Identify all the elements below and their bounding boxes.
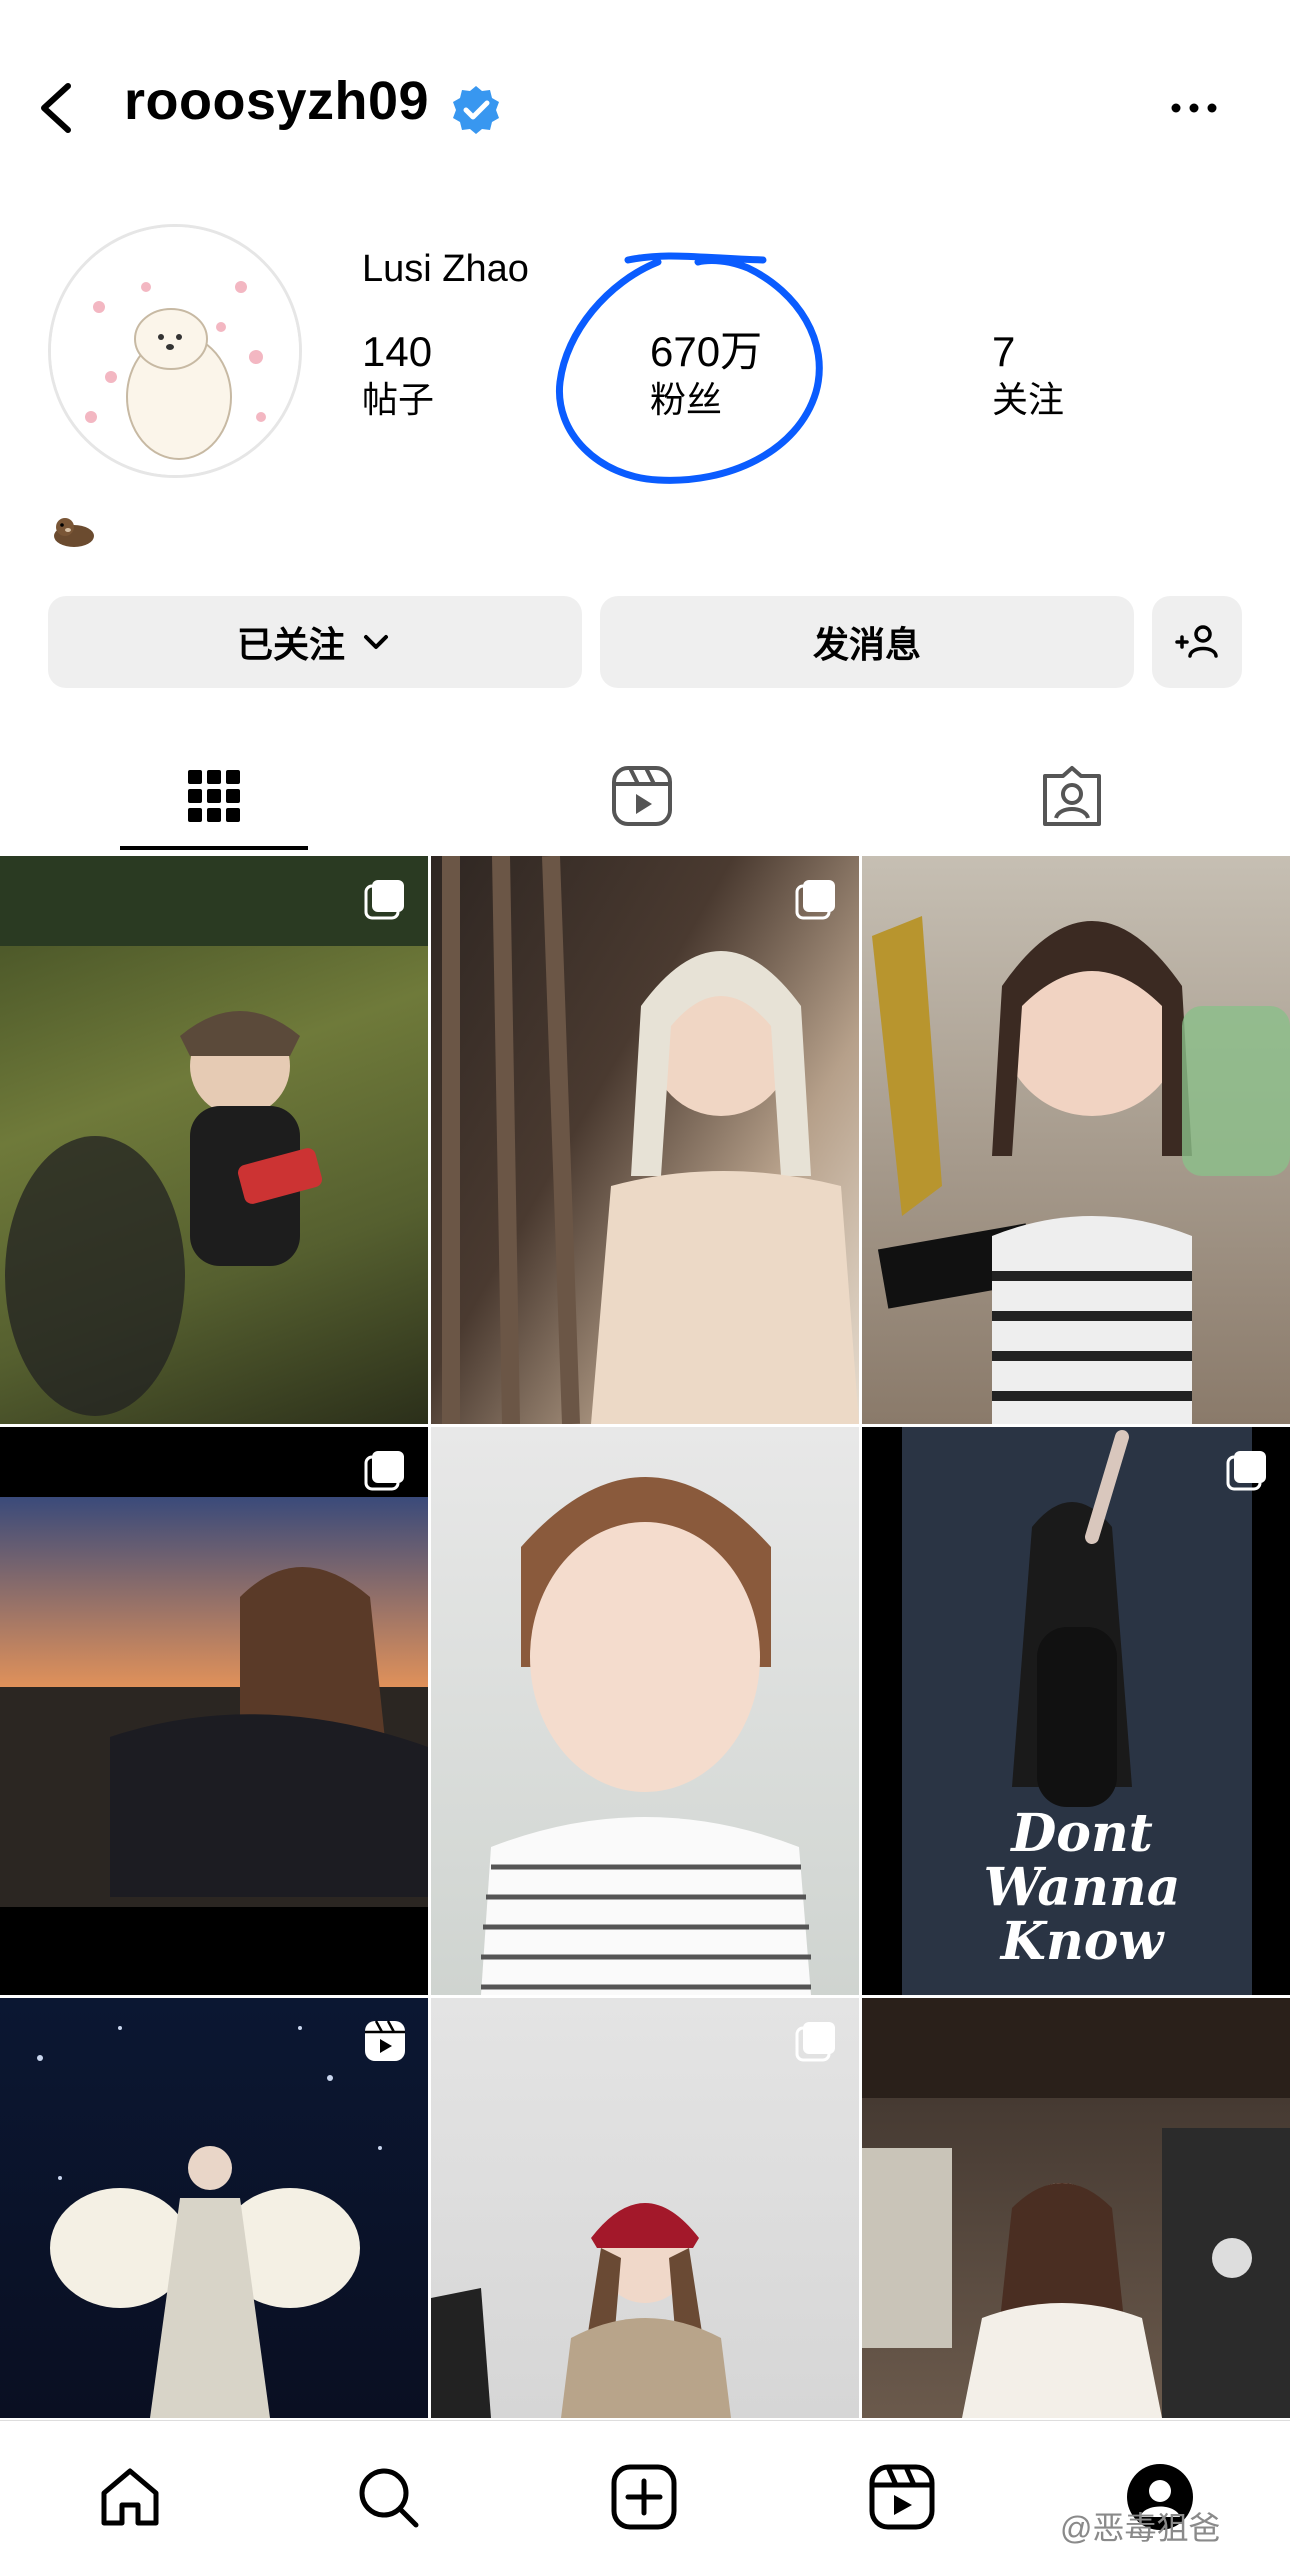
stat-following[interactable]: 7 关注: [992, 328, 1064, 424]
tab-tagged[interactable]: [978, 740, 1166, 852]
chevron-down-icon: [364, 635, 388, 649]
post-thumbnail[interactable]: [0, 1427, 428, 1995]
post-thumbnail[interactable]: [431, 1998, 859, 2418]
stat-posts[interactable]: 140 帖子: [362, 328, 434, 424]
add-user-icon: [1175, 625, 1218, 658]
carousel-icon: [1226, 1451, 1266, 1491]
reels-icon: [365, 2020, 405, 2061]
post-photo: [442, 856, 859, 1424]
bottom-nav-bar: @恶毒狙爸: [0, 2420, 1290, 2565]
carousel-icon: [795, 2022, 835, 2062]
post-photo: [481, 1477, 811, 1995]
posts-grid: Dont Wanna Know: [0, 856, 1290, 2418]
post-thumbnail[interactable]: [862, 1998, 1290, 2418]
following-label: 已关注: [236, 624, 345, 665]
more-dots-icon[interactable]: [1170, 96, 1218, 120]
post-thumbnail[interactable]: [0, 856, 428, 1424]
selected-tab-indicator: [120, 846, 308, 850]
home-icon[interactable]: [94, 2461, 166, 2533]
carousel-icon: [364, 1451, 404, 1491]
create-icon[interactable]: [608, 2461, 680, 2533]
post-photo: [862, 1998, 1290, 2418]
stat-posts-label: 帖子: [362, 379, 435, 420]
post-thumbnail[interactable]: [862, 856, 1290, 1424]
profile-header: rooosyzh09: [0, 0, 1290, 220]
post-thumbnail[interactable]: [431, 856, 859, 1424]
otter-emoji-icon: [54, 518, 94, 547]
carousel-icon: [795, 880, 835, 920]
post-photo: [0, 856, 428, 1416]
stat-posts-value: 140: [362, 328, 433, 375]
stat-following-label: 关注: [992, 379, 1065, 420]
stat-following-value: 7: [992, 328, 1016, 375]
post-thumbnail[interactable]: [0, 1998, 428, 2418]
add-user-button[interactable]: [1152, 596, 1242, 688]
following-button[interactable]: 已关注: [48, 596, 582, 688]
profile-tabs: [0, 740, 1290, 852]
message-label: 发消息: [812, 624, 921, 665]
post-overlay-text: Dont Wanna Know: [983, 1803, 1181, 1972]
grid-icon: [188, 770, 240, 822]
post-photo: [872, 916, 1290, 1424]
hand-drawn-circle-annotation: [555, 252, 823, 484]
tab-grid[interactable]: [120, 740, 308, 852]
reels-icon: [612, 766, 672, 826]
search-icon[interactable]: [352, 2461, 424, 2533]
verified-badge-icon: [453, 86, 499, 134]
tab-reels[interactable]: [548, 740, 736, 852]
carousel-icon: [364, 880, 404, 920]
post-thumbnail[interactable]: [431, 1427, 859, 1995]
reels-icon[interactable]: [866, 2461, 938, 2533]
avatar-illustration: [51, 227, 299, 475]
full-name: Lusi Zhao: [362, 248, 529, 290]
message-button[interactable]: 发消息: [600, 596, 1134, 688]
back-arrow-icon[interactable]: [28, 78, 88, 138]
post-thumbnail[interactable]: Dont Wanna Know: [862, 1427, 1290, 1995]
watermark: @恶毒狙爸: [1060, 2510, 1221, 2546]
username: rooosyzh09: [124, 71, 430, 131]
avatar[interactable]: [48, 224, 302, 478]
post-photo: [0, 1497, 428, 1907]
tagged-icon: [1043, 766, 1101, 826]
